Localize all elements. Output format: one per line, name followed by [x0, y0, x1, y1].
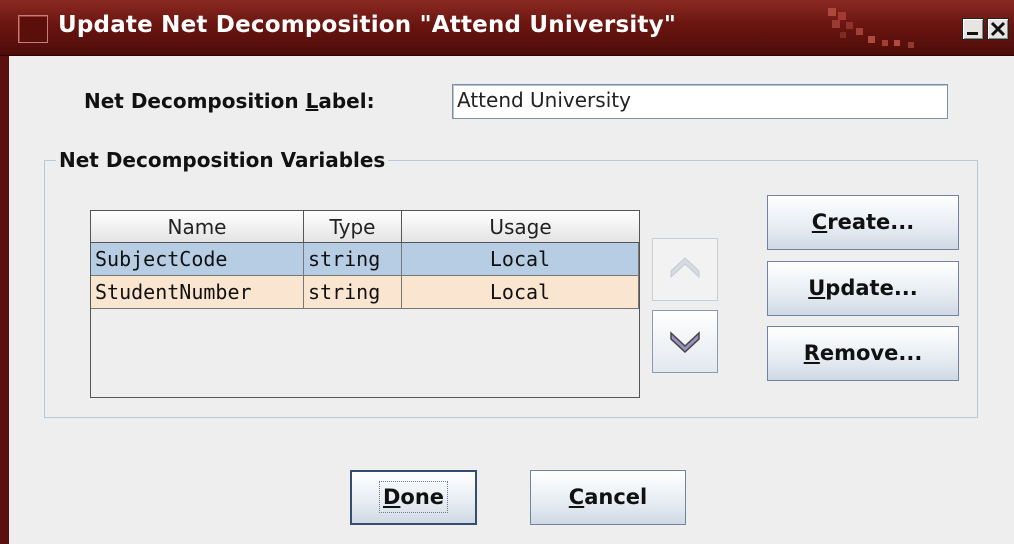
update-button[interactable]: Update... — [767, 261, 959, 316]
column-header-usage[interactable]: Usage — [402, 211, 639, 243]
cell-type[interactable]: string — [304, 243, 402, 276]
table-row[interactable]: SubjectCode string Local — [91, 243, 639, 276]
label-field-caption: Net Decomposition Label: — [84, 89, 375, 113]
column-header-type[interactable]: Type — [304, 211, 402, 243]
system-menu-icon[interactable] — [18, 15, 48, 43]
chevron-down-icon — [670, 331, 700, 354]
label-input[interactable]: Attend University — [452, 84, 948, 119]
close-icon — [990, 21, 1006, 37]
minimize-icon — [967, 32, 978, 35]
column-header-name[interactable]: Name — [91, 211, 304, 243]
minimize-button[interactable] — [962, 18, 984, 40]
create-button[interactable]: Create... — [767, 195, 959, 250]
done-button[interactable]: Done — [350, 470, 477, 525]
titlebar-decoration-icon — [828, 8, 914, 48]
cell-usage[interactable]: Local — [402, 276, 639, 309]
cancel-button[interactable]: Cancel — [530, 470, 686, 525]
variables-group-title: Net Decomposition Variables — [56, 148, 389, 172]
variables-table[interactable]: Name Type Usage SubjectCode string Local… — [90, 210, 640, 398]
remove-button[interactable]: Remove... — [767, 326, 959, 381]
move-down-button[interactable] — [652, 310, 718, 373]
move-up-button[interactable] — [652, 238, 718, 301]
table-header: Name Type Usage — [91, 211, 639, 243]
close-button[interactable] — [987, 18, 1009, 40]
cell-name[interactable]: StudentNumber — [91, 276, 304, 309]
cell-usage[interactable]: Local — [402, 243, 639, 276]
chevron-up-icon — [670, 257, 700, 279]
table-row[interactable]: StudentNumber string Local — [91, 276, 639, 309]
cell-type[interactable]: string — [304, 276, 402, 309]
window-title: Update Net Decomposition "Attend Univers… — [58, 12, 676, 38]
title-bar[interactable]: Update Net Decomposition "Attend Univers… — [0, 0, 1014, 56]
cell-name[interactable]: SubjectCode — [91, 243, 304, 276]
